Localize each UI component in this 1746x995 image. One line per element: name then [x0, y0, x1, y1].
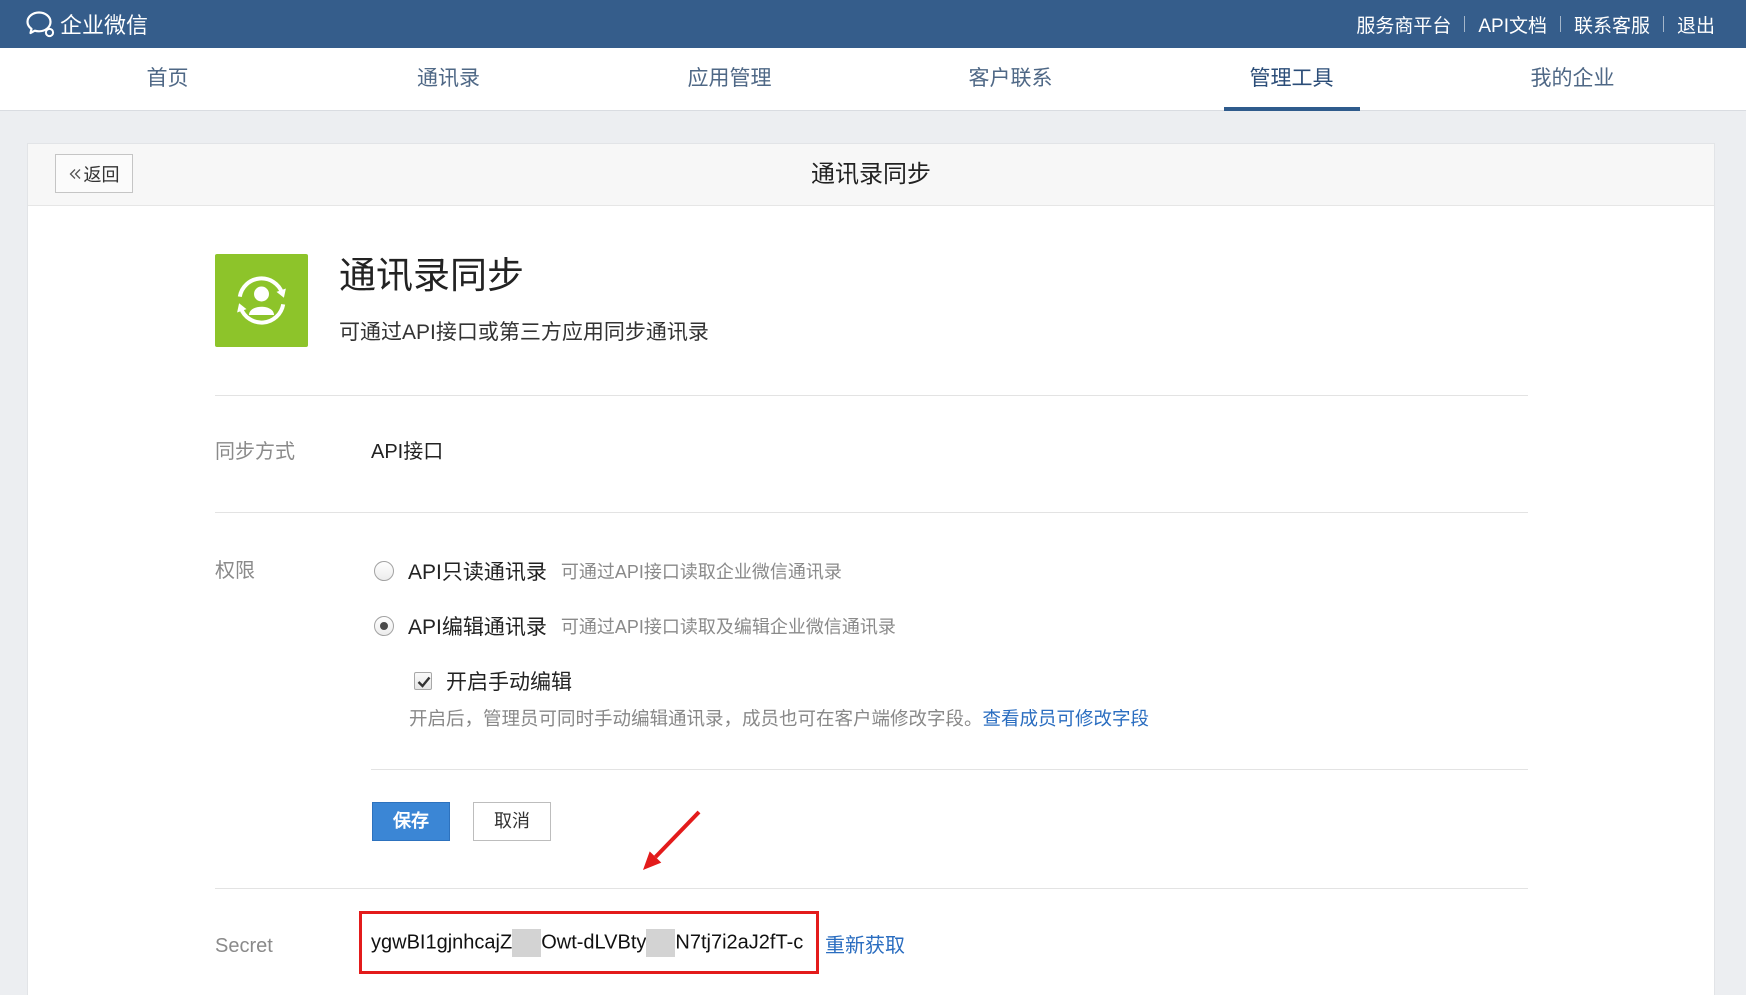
top-bar: 企业微信 服务商平台 API文档 联系客服 退出: [0, 0, 1746, 48]
red-arrow-annotation-icon: [643, 810, 701, 870]
refresh-secret-link[interactable]: 重新获取: [825, 933, 905, 959]
logout-link[interactable]: 退出: [1677, 11, 1715, 38]
app-title: 通讯录同步: [339, 255, 524, 296]
secret-highlight-box: ygwBI1gjnhcajZ Owt-dLVBty N7tj7i2aJ2fT-c: [359, 911, 819, 974]
logo-text: 企业微信: [60, 13, 149, 38]
nav-item-management-tools[interactable]: 管理工具: [1151, 48, 1432, 111]
back-button-label: 返回: [83, 164, 120, 185]
cancel-button[interactable]: 取消: [473, 802, 551, 841]
divider: [215, 888, 1528, 889]
radio-edit[interactable]: [374, 616, 394, 636]
manual-edit-option[interactable]: 开启手动编辑: [414, 668, 572, 694]
top-link-separator: [1559, 16, 1561, 32]
editable-fields-link[interactable]: 查看成员可修改字段: [983, 708, 1150, 729]
nav-item-apps[interactable]: 应用管理: [589, 48, 870, 110]
app-subtitle: 可通过API接口或第三方应用同步通讯录: [339, 321, 709, 344]
main-nav: 首页 通讯录 应用管理 客户联系 管理工具 我的企业: [0, 48, 1746, 111]
nav-items: 首页 通讯录 应用管理 客户联系 管理工具 我的企业: [27, 48, 1713, 111]
checkmark-icon: [417, 676, 431, 688]
secret-label: Secret: [215, 935, 273, 957]
save-button[interactable]: 保存: [372, 802, 450, 841]
top-links: 服务商平台 API文档 联系客服 退出: [1356, 0, 1715, 48]
api-docs-link[interactable]: API文档: [1478, 11, 1547, 38]
nav-item-customer-contact[interactable]: 客户联系: [870, 48, 1151, 110]
note-text: 开启后，管理员可同时手动编辑通讯录，成员也可在客户端修改字段。: [409, 708, 983, 729]
content-card: 通讯录同步 返回 通讯录同步 可通过API接口或第三方应用同步通讯录 同步方式 …: [27, 143, 1715, 995]
secret-part: Owt-dLVBty: [541, 930, 647, 953]
nav-item-home[interactable]: 首页: [27, 48, 308, 110]
manual-edit-checkbox[interactable]: [414, 672, 432, 690]
permission-option-edit[interactable]: API编辑通讯录 可通过API接口读取及编辑企业微信通讯录: [374, 613, 896, 639]
option-description: 可通过API接口读取及编辑企业微信通讯录: [560, 617, 896, 637]
option-label[interactable]: API只读通讯录: [408, 556, 547, 586]
secret-value[interactable]: ygwBI1gjnhcajZ Owt-dLVBty N7tj7i2aJ2fT-c: [371, 928, 804, 957]
radio-readonly[interactable]: [374, 561, 394, 581]
divider: [371, 769, 1528, 770]
secret-part: ygwBI1gjnhcajZ: [371, 930, 513, 953]
logo[interactable]: 企业微信: [25, 0, 148, 48]
option-description: 可通过API接口读取企业微信通讯录: [560, 562, 842, 582]
top-link-separator: [1464, 16, 1466, 32]
sync-method-value: API接口: [371, 441, 444, 463]
permission-label: 权限: [215, 560, 255, 582]
divider: [215, 395, 1528, 396]
permission-option-readonly[interactable]: API只读通讯录 可通过API接口读取企业微信通讯录: [374, 558, 842, 584]
redaction-block: [512, 928, 542, 957]
card-header: 通讯录同步 返回: [28, 144, 1714, 206]
secret-part: N7tj7i2aJ2fT-c: [675, 930, 804, 953]
sync-method-label: 同步方式: [215, 441, 295, 463]
contact-support-link[interactable]: 联系客服: [1574, 11, 1650, 38]
manual-edit-label[interactable]: 开启手动编辑: [446, 666, 572, 696]
service-provider-link[interactable]: 服务商平台: [1356, 11, 1451, 38]
top-link-separator: [1662, 16, 1664, 32]
divider: [215, 512, 1528, 513]
page-title: 通讯录同步: [811, 161, 931, 188]
nav-item-my-enterprise[interactable]: 我的企业: [1432, 48, 1713, 110]
back-button[interactable]: 返回: [55, 154, 133, 193]
chat-bubble-logo-icon: [26, 11, 55, 38]
double-chevron-left-icon: [69, 168, 80, 179]
manual-edit-note: 开启后，管理员可同时手动编辑通讯录，成员也可在客户端修改字段。查看成员可修改字段: [409, 707, 1149, 731]
option-label[interactable]: API编辑通讯录: [408, 611, 547, 641]
contact-sync-icon: [215, 254, 308, 347]
redaction-block: [646, 928, 676, 957]
nav-item-contacts[interactable]: 通讯录: [308, 48, 589, 110]
